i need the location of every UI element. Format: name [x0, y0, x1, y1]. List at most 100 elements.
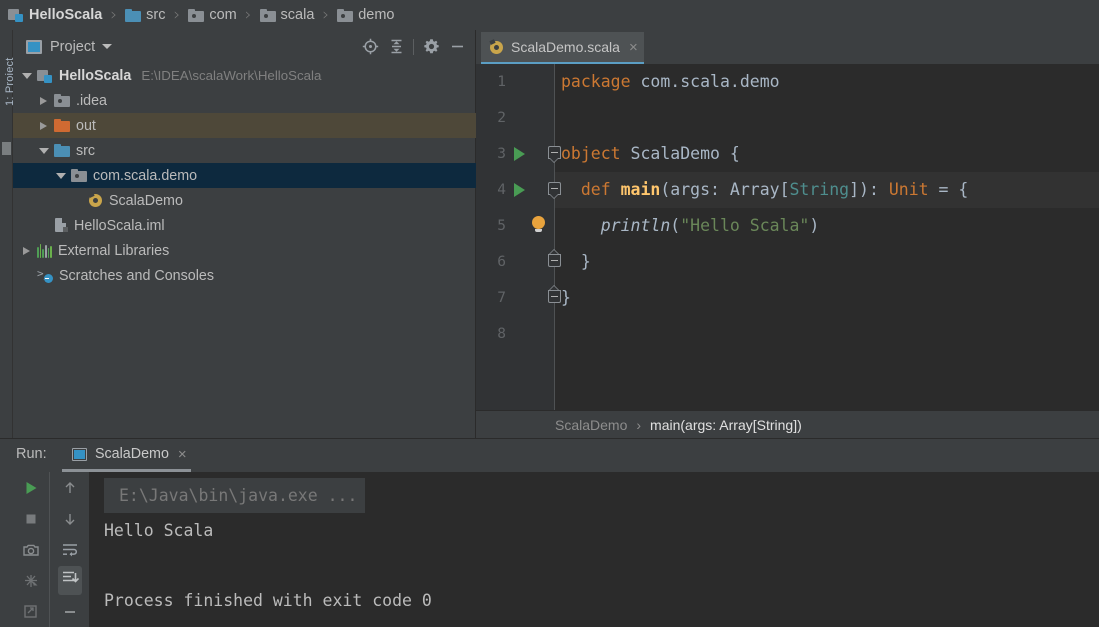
gutter-line[interactable]: 2: [476, 100, 555, 136]
breadcrumb-item-src[interactable]: src: [124, 0, 166, 30]
tree-node-com-scala-demo[interactable]: com.scala.demo: [13, 163, 476, 188]
run-tab-label: ScalaDemo: [95, 446, 169, 462]
tree-node-label: out: [76, 117, 96, 134]
locate-icon[interactable]: [357, 34, 383, 60]
collapse-all-icon[interactable]: [383, 34, 409, 60]
run-console-output[interactable]: E:\Java\bin\java.exe ... Hello Scala Proc…: [89, 472, 1099, 627]
down-arrow-icon[interactable]: [51, 503, 89, 534]
tree-node--idea[interactable]: .idea: [13, 88, 476, 113]
tree-node-scalademo[interactable]: ScalaDemo: [13, 188, 476, 213]
console-line: E:\Java\bin\java.exe ...: [104, 478, 366, 513]
project-panel-title: Project: [50, 38, 96, 55]
tree-node-src[interactable]: src: [13, 138, 476, 163]
project-panel-header: Project: [13, 30, 476, 63]
project-panel-actions: [357, 30, 470, 63]
scroll-to-end-icon[interactable]: [51, 565, 89, 596]
chevron-down-icon[interactable]: [102, 44, 113, 49]
folder-grey-icon: [188, 8, 205, 22]
breadcrumb-item-label: src: [146, 7, 166, 23]
tree-node-external-libraries[interactable]: External Libraries: [13, 238, 476, 263]
code-fold-bot-icon[interactable]: [548, 249, 561, 270]
breadcrumb-separator: ›: [244, 5, 252, 25]
clear-all-icon[interactable]: [51, 596, 89, 627]
gutter-line[interactable]: 8: [476, 316, 555, 352]
code-token: }: [561, 288, 571, 307]
libraries-icon: [37, 243, 53, 258]
export-icon[interactable]: [12, 596, 50, 627]
breadcrumb-item-com[interactable]: com: [187, 0, 237, 30]
code-line[interactable]: object ScalaDemo {: [555, 136, 1099, 172]
folder-grey-icon: [54, 94, 70, 107]
minimize-icon[interactable]: [444, 34, 470, 60]
breadcrumb-method[interactable]: main(args: Array[String]): [650, 417, 802, 433]
gutter-line[interactable]: 1: [476, 64, 555, 100]
tree-node-out[interactable]: out: [13, 113, 476, 138]
chevron-down-icon[interactable]: [54, 163, 67, 188]
code-editor[interactable]: 1 2 3 4 5 6 7 8 package com.scala.demo object Sc…: [476, 64, 1099, 438]
project-tree[interactable]: HelloScala E:\IDEA\scalaWork\HelloScala .i…: [13, 63, 476, 438]
code-text[interactable]: package com.scala.demo object ScalaDemo {…: [555, 64, 1099, 438]
code-line[interactable]: }: [555, 280, 1099, 316]
breadcrumb-item-label: HelloScala: [29, 7, 103, 23]
tree-node-helloscala-iml[interactable]: HelloScala.iml: [13, 213, 476, 238]
gutter-line[interactable]: 4: [476, 172, 555, 208]
code-fold-bot-icon[interactable]: [548, 285, 561, 306]
tree-arrow-placeholder: [20, 263, 33, 288]
run-tab-scalademo[interactable]: ScalaDemo ×: [62, 439, 191, 472]
code-token: println: [561, 216, 671, 235]
code-fold-top-icon[interactable]: [548, 146, 561, 163]
tree-node-label: External Libraries: [58, 242, 170, 259]
tree-node-helloscala[interactable]: HelloScala E:\IDEA\scalaWork\HelloScala: [13, 63, 476, 88]
up-arrow-icon[interactable]: [51, 472, 89, 503]
soft-wrap-icon[interactable]: [51, 534, 89, 565]
gutter-line[interactable]: 6: [476, 244, 555, 280]
tool-strip-nub: [2, 142, 11, 155]
folder-orange-icon: [54, 119, 70, 132]
chevron-down-icon[interactable]: [37, 138, 50, 163]
run-panel-header: Run: ScalaDemo ×: [0, 439, 1099, 472]
code-line[interactable]: }: [555, 244, 1099, 280]
scratches-icon: >_: [37, 268, 53, 283]
breadcrumb-item-scala[interactable]: scala: [259, 0, 316, 30]
close-icon[interactable]: ×: [178, 447, 187, 462]
editor-tab-bar: ScalaDemo.scala ×: [476, 30, 1099, 64]
code-fold-top-icon[interactable]: [548, 182, 561, 199]
editor-tab-scalademo[interactable]: ScalaDemo.scala ×: [481, 32, 644, 64]
code-line[interactable]: [555, 316, 1099, 352]
run-gutter-icon[interactable]: [514, 183, 525, 197]
tree-node-label: Scratches and Consoles: [59, 267, 214, 284]
chevron-right-icon[interactable]: [37, 113, 50, 138]
breadcrumb-class[interactable]: ScalaDemo: [555, 417, 627, 433]
stop-icon[interactable]: [12, 503, 50, 534]
code-line[interactable]: package com.scala.demo: [555, 64, 1099, 100]
chevron-right-icon[interactable]: [20, 238, 33, 263]
module-icon: [8, 8, 24, 22]
breadcrumb-item-helloscala[interactable]: HelloScala: [7, 0, 103, 30]
chevron-down-icon[interactable]: [20, 63, 33, 88]
tree-node-scratches-and-consoles[interactable]: >_ Scratches and Consoles: [13, 263, 476, 288]
toolbar-divider: [413, 38, 414, 55]
gutter-line[interactable]: 7: [476, 280, 555, 316]
rerun-icon[interactable]: [12, 472, 50, 503]
code-line[interactable]: println("Hello Scala"): [555, 208, 1099, 244]
lightbulb-icon[interactable]: [532, 216, 545, 232]
editor-gutter[interactable]: 1 2 3 4 5 6 7 8: [476, 64, 555, 438]
gear-icon[interactable]: [418, 34, 444, 60]
close-icon[interactable]: ×: [629, 40, 638, 55]
code-line[interactable]: [555, 100, 1099, 136]
chevron-right-icon[interactable]: [37, 88, 50, 113]
gutter-line[interactable]: 3: [476, 136, 555, 172]
code-line[interactable]: def main(args: Array[String]): Unit = {: [555, 172, 1099, 208]
screenshot-icon[interactable]: [12, 534, 50, 565]
debug-stacktrace-icon[interactable]: [12, 565, 50, 596]
gutter-line[interactable]: 5: [476, 208, 555, 244]
breadcrumb-item-demo[interactable]: demo: [336, 0, 395, 30]
line-number: 1: [497, 74, 506, 90]
run-gutter-icon[interactable]: [514, 147, 525, 161]
